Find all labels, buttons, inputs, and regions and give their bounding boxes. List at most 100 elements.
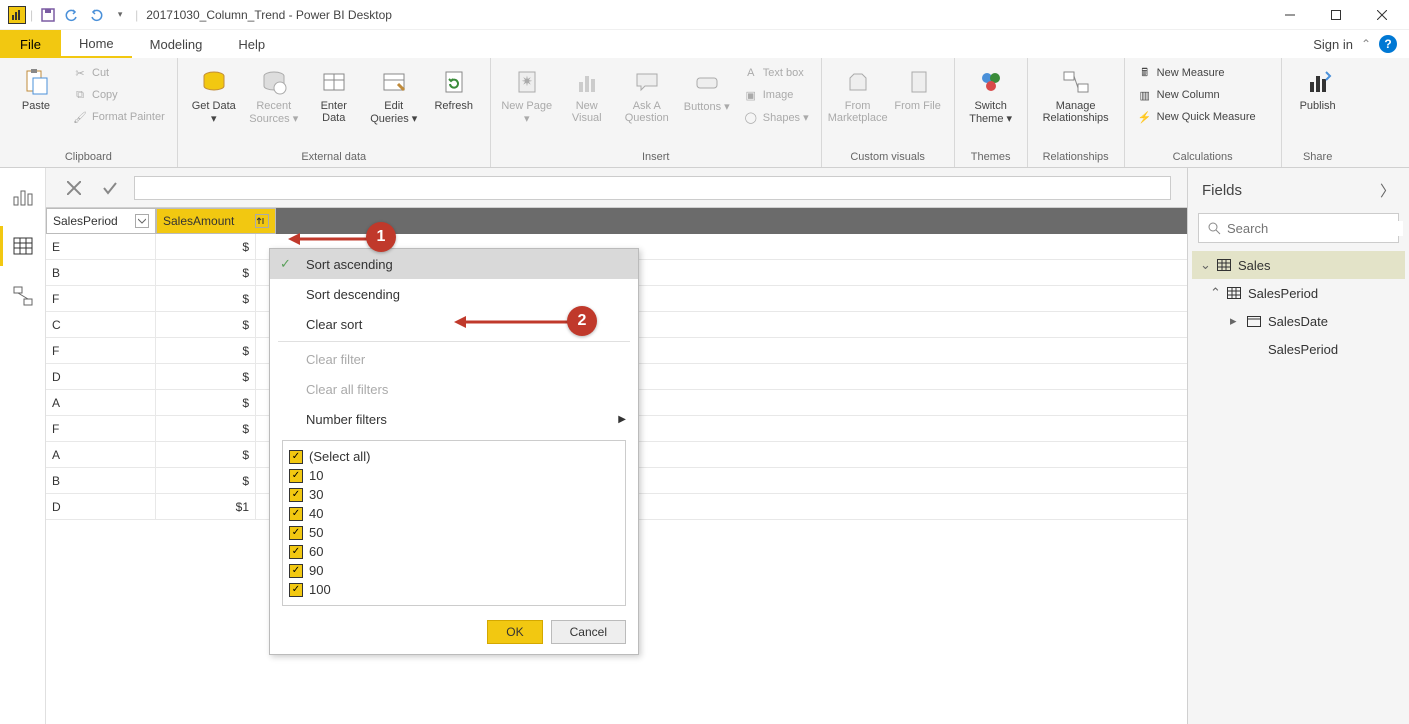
checkbox-checked-icon[interactable]: ✓ xyxy=(289,526,303,540)
qat-dropdown-icon[interactable]: ▾ xyxy=(109,4,131,26)
filter-value-row[interactable]: ✓50 xyxy=(289,523,619,542)
refresh-button[interactable]: Refresh xyxy=(426,62,482,116)
filter-value-row[interactable]: ✓30 xyxy=(289,485,619,504)
redo-icon[interactable] xyxy=(85,4,107,26)
cell-salesperiod[interactable]: F xyxy=(46,338,156,363)
enter-data-button[interactable]: Enter Data xyxy=(306,62,362,128)
new-measure-button[interactable]: 🖩New Measure xyxy=(1133,62,1273,84)
checkbox-checked-icon[interactable]: ✓ xyxy=(289,488,303,502)
cell-salesamount[interactable]: $ xyxy=(156,468,256,493)
cell-salesamount[interactable]: $ xyxy=(156,234,256,259)
undo-icon[interactable] xyxy=(61,4,83,26)
fields-search-input[interactable] xyxy=(1227,221,1403,236)
filter-value-row[interactable]: ✓90 xyxy=(289,561,619,580)
file-tab[interactable]: File xyxy=(0,30,61,58)
checkbox-checked-icon[interactable]: ✓ xyxy=(289,564,303,578)
filter-value-row[interactable]: ✓60 xyxy=(289,542,619,561)
column-header-salesamount[interactable]: SalesAmount xyxy=(156,208,276,234)
filter-value-row[interactable]: ✓40 xyxy=(289,504,619,523)
cell-salesamount[interactable]: $ xyxy=(156,312,256,337)
checkbox-checked-icon[interactable]: ✓ xyxy=(289,450,303,464)
tab-home[interactable]: Home xyxy=(61,30,132,58)
shapes-button[interactable]: ◯Shapes ▾ xyxy=(739,106,813,128)
checkbox-checked-icon[interactable]: ✓ xyxy=(289,469,303,483)
cell-salesamount[interactable]: $ xyxy=(156,390,256,415)
from-marketplace-button[interactable]: From Marketplace xyxy=(830,62,886,128)
ask-question-button[interactable]: Ask A Question xyxy=(619,62,675,128)
filter-value-row[interactable]: ✓100 xyxy=(289,580,619,599)
cell-salesperiod[interactable]: A xyxy=(46,390,156,415)
cell-salesperiod[interactable]: A xyxy=(46,442,156,467)
chevron-up-icon[interactable]: ⌃ xyxy=(1361,37,1371,51)
new-visual-button[interactable]: New Visual xyxy=(559,62,615,128)
cell-salesamount[interactable]: $ xyxy=(156,416,256,441)
cell-salesamount[interactable]: $ xyxy=(156,338,256,363)
save-icon[interactable] xyxy=(37,4,59,26)
paste-button[interactable]: Paste xyxy=(8,62,64,116)
cell-salesperiod[interactable]: F xyxy=(46,416,156,441)
checkbox-checked-icon[interactable]: ✓ xyxy=(289,545,303,559)
model-view-button[interactable] xyxy=(7,280,39,312)
new-quick-measure-button[interactable]: ⚡New Quick Measure xyxy=(1133,106,1273,128)
table-salesperiod[interactable]: ⌃ SalesPeriod xyxy=(1192,279,1405,307)
cell-salesperiod[interactable]: D xyxy=(46,364,156,389)
format-painter-button[interactable]: 🖌Format Painter xyxy=(68,106,169,128)
tab-help[interactable]: Help xyxy=(220,30,283,58)
manage-relationships-button[interactable]: Manage Relationships xyxy=(1036,62,1116,128)
copy-button[interactable]: ⧉Copy xyxy=(68,84,169,106)
column-header-salesperiod[interactable]: SalesPeriod xyxy=(46,208,156,234)
formula-input[interactable] xyxy=(134,176,1171,200)
sort-filter-icon[interactable] xyxy=(255,214,269,228)
ok-button[interactable]: OK xyxy=(487,620,542,644)
get-data-button[interactable]: Get Data ▾ xyxy=(186,62,242,129)
cell-salesamount[interactable]: $ xyxy=(156,286,256,311)
checkbox-checked-icon[interactable]: ✓ xyxy=(289,583,303,597)
expand-panel-icon[interactable]: 〉 xyxy=(1380,180,1395,201)
image-button[interactable]: ▣Image xyxy=(739,84,813,106)
cell-salesperiod[interactable]: E xyxy=(46,234,156,259)
menu-number-filters[interactable]: Number filters▶ xyxy=(270,404,638,434)
checkbox-checked-icon[interactable]: ✓ xyxy=(289,507,303,521)
menu-sort-ascending[interactable]: ✓Sort ascending xyxy=(270,249,638,279)
from-file-button[interactable]: From File xyxy=(890,62,946,116)
cell-salesperiod[interactable]: D xyxy=(46,494,156,519)
field-salesdate[interactable]: ▸ SalesDate xyxy=(1192,307,1405,335)
edit-queries-button[interactable]: Edit Queries ▾ xyxy=(366,62,422,129)
cell-salesamount[interactable]: $1 xyxy=(156,494,256,519)
buttons-button[interactable]: Buttons ▾ xyxy=(679,62,735,117)
ribbon-group-external-data: Get Data ▾ Recent Sources ▾ Enter Data E… xyxy=(178,58,491,167)
filter-dropdown-icon[interactable] xyxy=(135,214,149,228)
publish-button[interactable]: Publish xyxy=(1290,62,1346,116)
filter-value-row[interactable]: ✓(Select all) xyxy=(289,447,619,466)
table-sales[interactable]: ⌄ Sales xyxy=(1192,251,1405,279)
tab-modeling[interactable]: Modeling xyxy=(132,30,221,58)
help-icon[interactable]: ? xyxy=(1379,35,1397,53)
report-view-button[interactable] xyxy=(7,180,39,212)
formula-commit-button[interactable] xyxy=(98,176,122,200)
field-salesperiod[interactable]: SalesPeriod xyxy=(1192,335,1405,363)
maximize-button[interactable] xyxy=(1313,0,1359,30)
cut-button[interactable]: ✂Cut xyxy=(68,62,169,84)
filter-value-row[interactable]: ✓10 xyxy=(289,466,619,485)
recent-sources-button[interactable]: Recent Sources ▾ xyxy=(246,62,302,129)
cell-salesperiod[interactable]: F xyxy=(46,286,156,311)
cell-salesperiod[interactable]: B xyxy=(46,260,156,285)
text-box-button[interactable]: AText box xyxy=(739,62,813,84)
cell-salesamount[interactable]: $ xyxy=(156,442,256,467)
formula-cancel-button[interactable] xyxy=(62,176,86,200)
close-button[interactable] xyxy=(1359,0,1405,30)
new-column-button[interactable]: ▥New Column xyxy=(1133,84,1273,106)
new-page-button[interactable]: ✷New Page ▾ xyxy=(499,62,555,129)
cell-salesperiod[interactable]: C xyxy=(46,312,156,337)
search-icon xyxy=(1207,221,1221,235)
sign-in-link[interactable]: Sign in xyxy=(1313,37,1353,52)
minimize-button[interactable] xyxy=(1267,0,1313,30)
cell-salesamount[interactable]: $ xyxy=(156,260,256,285)
cancel-button[interactable]: Cancel xyxy=(551,620,626,644)
cell-salesamount[interactable]: $ xyxy=(156,364,256,389)
cell-salesperiod[interactable]: B xyxy=(46,468,156,493)
switch-theme-button[interactable]: Switch Theme ▾ xyxy=(963,62,1019,129)
menu-sort-descending[interactable]: Sort descending xyxy=(270,279,638,309)
fields-search[interactable] xyxy=(1198,213,1399,243)
data-view-button[interactable] xyxy=(7,230,39,262)
